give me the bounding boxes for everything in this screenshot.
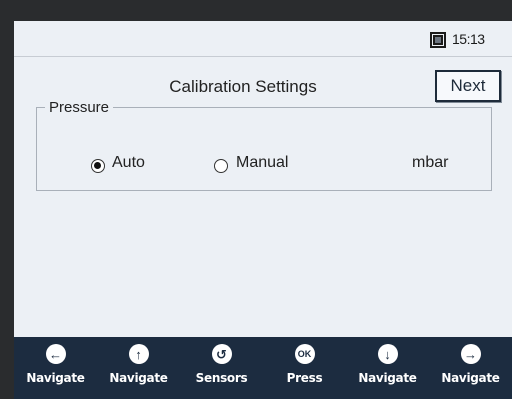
status-time: 15:13 <box>452 31 485 47</box>
pressure-group: Pressure Auto Manual mbar <box>36 99 492 191</box>
sensors-icon: ↺ <box>211 344 232 364</box>
arrow-up-icon: ↑ <box>128 344 149 364</box>
navigate-down-label: Navigate <box>358 371 417 385</box>
pressure-legend: Pressure <box>45 99 114 116</box>
navigate-up-button[interactable]: ↑ Navigate <box>99 337 179 385</box>
auto-label[interactable]: Auto <box>112 154 145 172</box>
arrow-left-icon: ← <box>45 344 66 364</box>
arrow-right-icon: → <box>460 344 481 364</box>
sensors-label: Sensors <box>195 371 248 385</box>
navigate-right-button[interactable]: → Navigate <box>431 337 511 385</box>
auto-radio[interactable] <box>91 159 105 173</box>
page-title: Calibration Settings <box>169 77 317 96</box>
navigate-up-label: Navigate <box>109 371 168 385</box>
manual-label[interactable]: Manual <box>236 154 288 172</box>
navigate-left-label: Navigate <box>26 371 85 385</box>
navigate-left-button[interactable]: ← Navigate <box>16 337 96 385</box>
pressure-unit: mbar <box>412 154 449 171</box>
navigate-right-label: Navigate <box>441 371 500 385</box>
softkey-toolbar: ← Navigate ↑ Navigate ↺ Sensors OK Press… <box>14 337 512 399</box>
arrow-down-icon: ↓ <box>377 344 398 364</box>
press-label: Press <box>286 371 323 385</box>
press-button[interactable]: OK Press <box>265 337 345 385</box>
next-button[interactable]: Next <box>435 70 501 102</box>
status-bar: 15:13 <box>14 21 512 57</box>
sensors-button[interactable]: ↺ Sensors <box>182 337 262 385</box>
ok-icon: OK <box>294 344 315 364</box>
navigate-down-button[interactable]: ↓ Navigate <box>348 337 428 385</box>
manual-radio[interactable] <box>214 159 228 173</box>
device-status-icon <box>430 32 446 48</box>
